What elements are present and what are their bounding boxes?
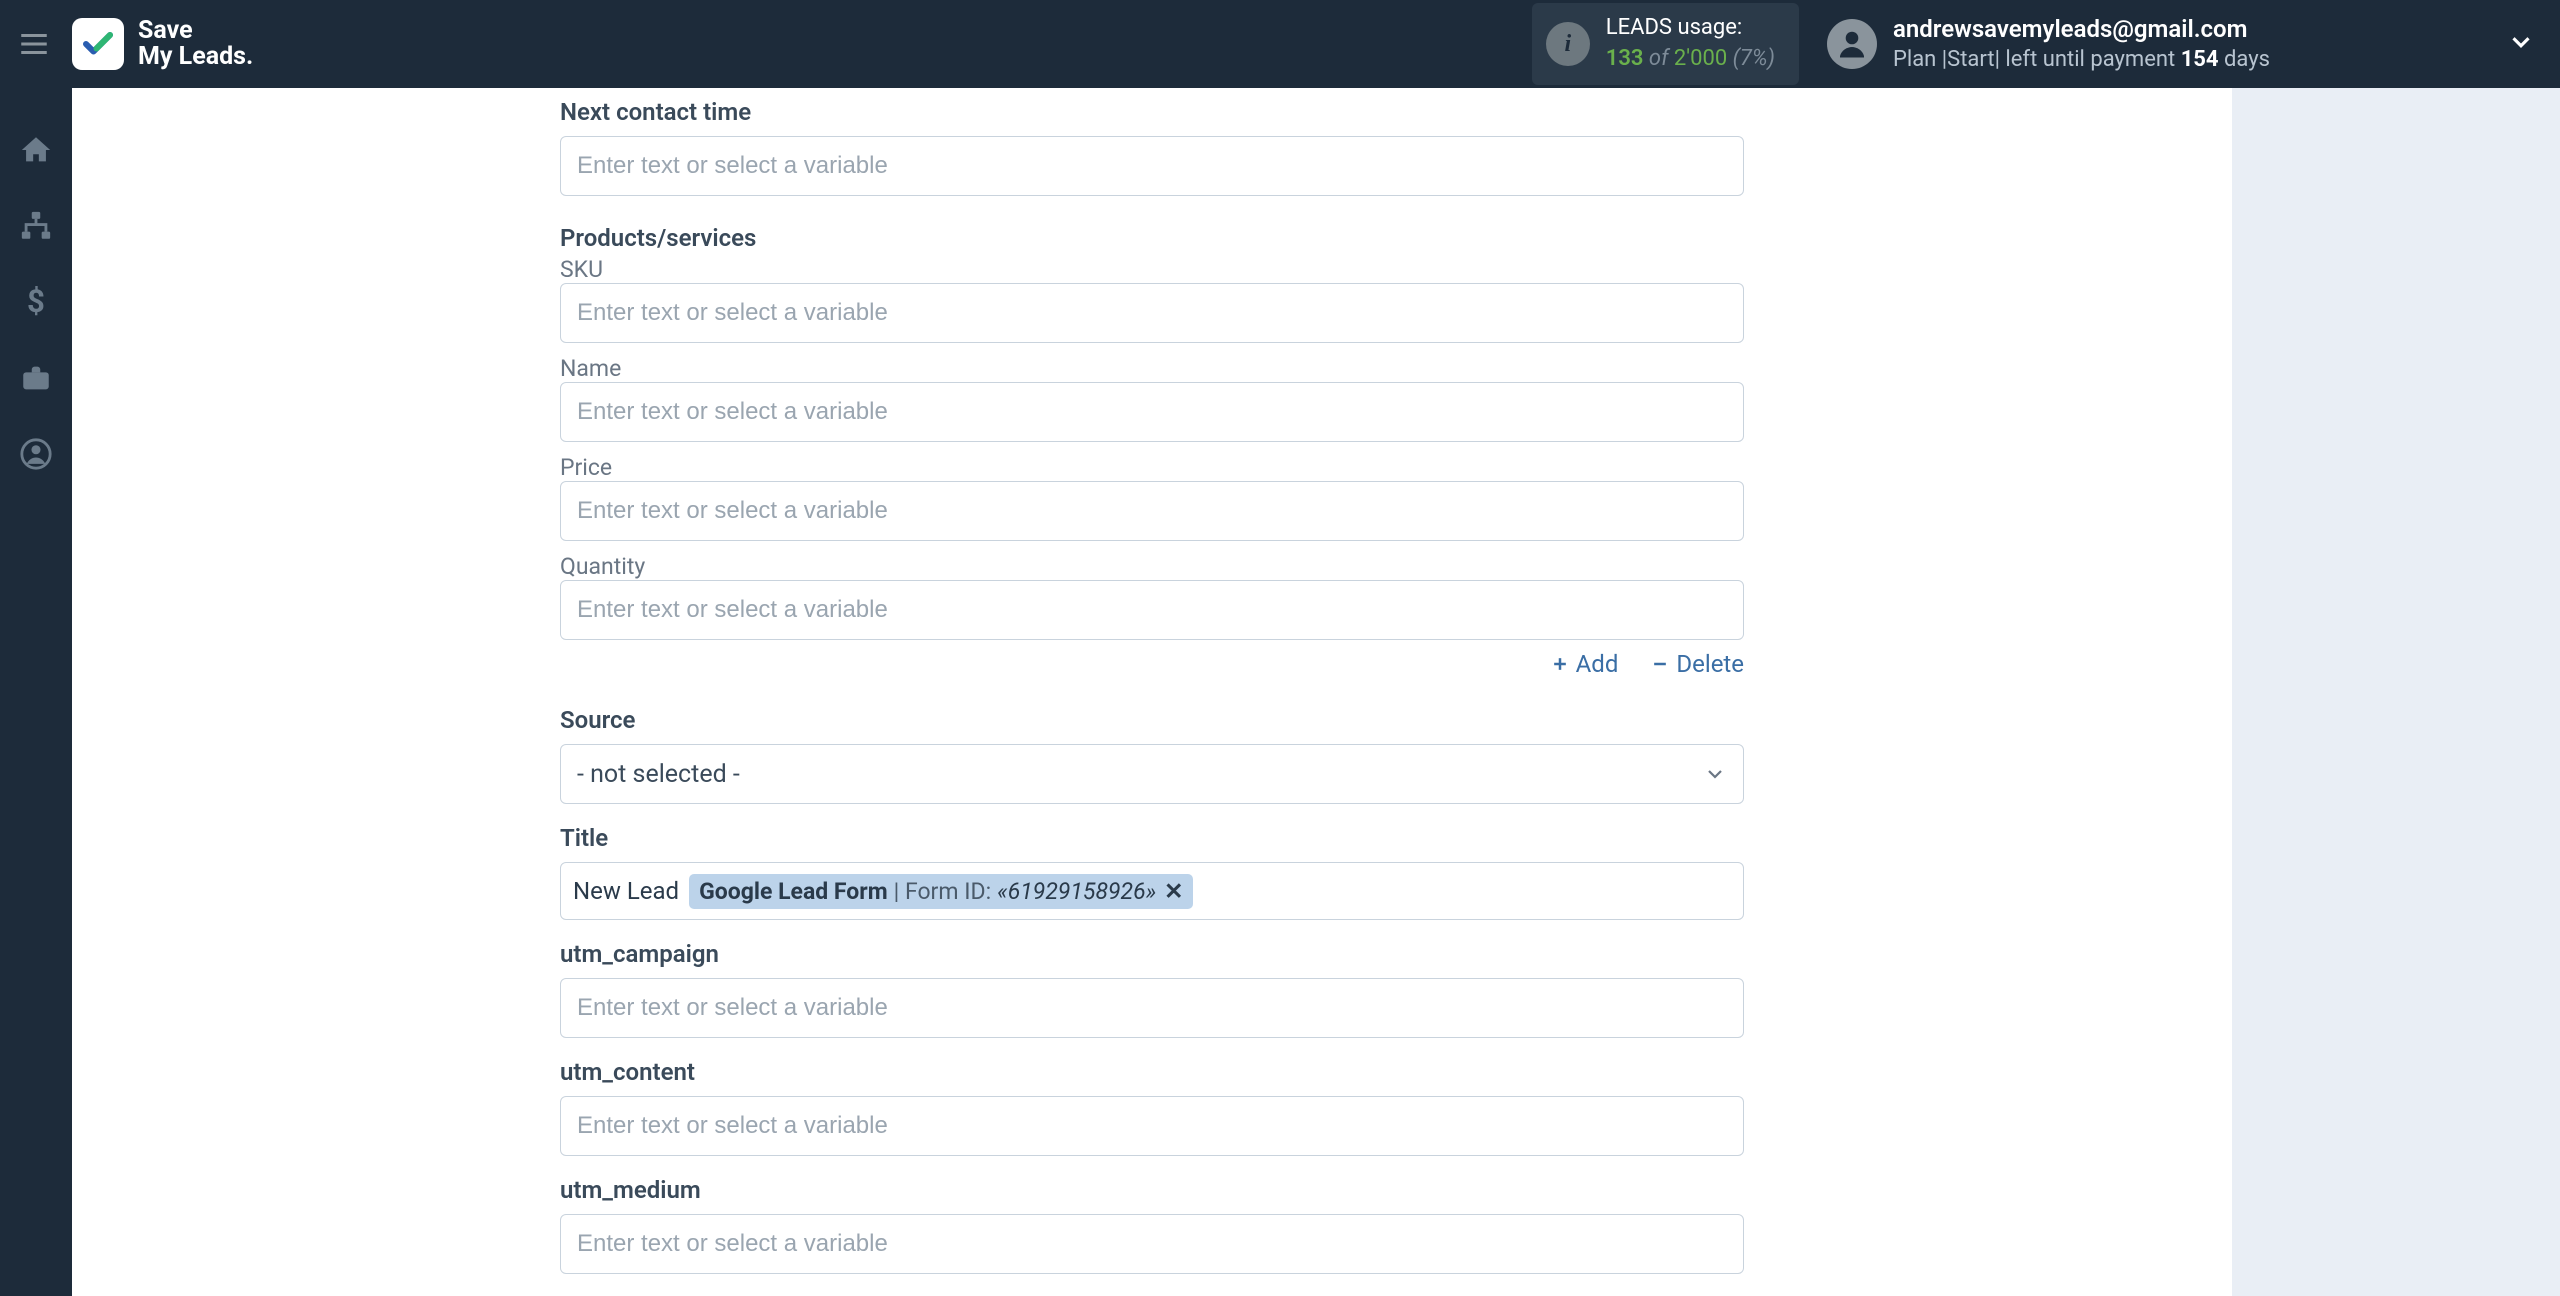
chip-form-id: «61929158926» <box>997 878 1156 905</box>
sidebar-item-connections[interactable] <box>16 206 56 246</box>
label-next-contact-time: Next contact time <box>560 98 1744 126</box>
menu-toggle-button[interactable] <box>0 0 68 88</box>
plan-prefix: Plan |Start| left until payment <box>1893 47 2181 72</box>
input-utm-content[interactable] <box>560 1096 1744 1156</box>
source-selected-value: - not selected - <box>577 760 740 789</box>
section-products-services: Products/services <box>560 224 1744 252</box>
label-name: Name <box>560 355 621 382</box>
sidebar-item-billing[interactable]: $ <box>16 282 56 322</box>
chip-remove-button[interactable]: ✕ <box>1164 878 1183 905</box>
account-dropdown-toggle[interactable] <box>2286 27 2536 61</box>
dollar-icon: $ <box>19 285 53 319</box>
label-sku: SKU <box>560 256 603 283</box>
sidebar-item-briefcase[interactable] <box>16 358 56 398</box>
avatar <box>1827 19 1877 69</box>
input-price[interactable] <box>560 481 1744 541</box>
info-icon: i <box>1546 22 1590 66</box>
usage-used: 133 <box>1606 46 1644 71</box>
label-utm-medium: utm_medium <box>560 1176 1744 1204</box>
account-menu[interactable]: andrewsavemyleads@gmail.com Plan |Start|… <box>1827 13 2536 75</box>
field-sku: SKU <box>560 256 1744 343</box>
input-name[interactable] <box>560 382 1744 442</box>
logo-line2: My Leads. <box>138 44 253 70</box>
input-next-contact-time[interactable] <box>560 136 1744 196</box>
usage-of: of <box>1644 46 1674 71</box>
logo-line1: Save <box>138 18 253 44</box>
input-sku[interactable] <box>560 283 1744 343</box>
form-card: Next contact time Products/services SKU … <box>72 88 2232 1296</box>
checkmark-icon <box>80 26 116 62</box>
input-utm-medium[interactable] <box>560 1214 1744 1274</box>
input-utm-campaign[interactable] <box>560 978 1744 1038</box>
briefcase-icon <box>19 361 53 395</box>
logo-text: Save My Leads. <box>138 18 253 71</box>
label-source: Source <box>560 706 1744 734</box>
sidebar-item-profile[interactable] <box>16 434 56 474</box>
delete-product-button[interactable]: Delete <box>1650 650 1744 678</box>
minus-icon <box>1650 654 1670 674</box>
plan-days-suffix: days <box>2219 47 2270 72</box>
add-product-button[interactable]: Add <box>1550 650 1619 678</box>
logo-mark <box>72 18 124 70</box>
chevron-down-icon <box>1703 762 1727 786</box>
field-utm-content: utm_content <box>560 1058 1744 1156</box>
user-circle-icon <box>19 437 53 471</box>
product-row-actions: Add Delete <box>560 650 1744 678</box>
input-quantity[interactable] <box>560 580 1744 640</box>
label-utm-content: utm_content <box>560 1058 1744 1086</box>
account-text: andrewsavemyleads@gmail.com Plan |Start|… <box>1893 13 2270 75</box>
usage-percent: (7%) <box>1727 46 1775 71</box>
field-quantity: Quantity <box>560 553 1744 640</box>
app-logo[interactable]: Save My Leads. <box>72 18 253 71</box>
main-content: Next contact time Products/services SKU … <box>72 88 2560 1296</box>
user-icon <box>1834 26 1870 62</box>
sitemap-icon <box>19 209 53 243</box>
title-variable-chip: Google Lead Form | Form ID: «61929158926… <box>689 874 1193 909</box>
chevron-down-icon <box>2506 27 2536 57</box>
label-title: Title <box>560 824 1744 852</box>
hamburger-icon <box>17 27 51 61</box>
account-email: andrewsavemyleads@gmail.com <box>1893 13 2270 45</box>
field-name: Name <box>560 355 1744 442</box>
svg-text:$: $ <box>27 285 45 319</box>
label-utm-campaign: utm_campaign <box>560 940 1744 968</box>
select-source[interactable]: - not selected - <box>560 744 1744 804</box>
usage-total: 2'000 <box>1674 46 1727 71</box>
field-source: Source - not selected - <box>560 706 1744 804</box>
delete-label: Delete <box>1676 650 1744 678</box>
label-quantity: Quantity <box>560 553 645 580</box>
sidebar-item-home[interactable] <box>16 130 56 170</box>
usage-text: LEADS usage: 133 of 2'000 (7%) <box>1606 13 1775 75</box>
title-leading-text: New Lead <box>573 877 679 905</box>
field-title: Title New Lead Google Lead Form | Form I… <box>560 824 1744 920</box>
plus-icon <box>1550 654 1570 674</box>
field-utm-campaign: utm_campaign <box>560 940 1744 1038</box>
add-label: Add <box>1576 650 1619 678</box>
leads-usage-badge[interactable]: i LEADS usage: 133 of 2'000 (7%) <box>1532 3 1799 85</box>
field-price: Price <box>560 454 1744 541</box>
sidebar-nav: $ <box>0 88 72 1296</box>
usage-label: LEADS usage: <box>1606 13 1775 44</box>
account-plan: Plan |Start| left until payment 154 days <box>1893 45 2270 75</box>
chip-sep: | Form ID: <box>894 878 992 905</box>
input-title[interactable]: New Lead Google Lead Form | Form ID: «61… <box>560 862 1744 920</box>
app-header: Save My Leads. i LEADS usage: 133 of 2'0… <box>0 0 2560 88</box>
usage-values: 133 of 2'000 (7%) <box>1606 44 1775 75</box>
field-utm-medium: utm_medium <box>560 1176 1744 1274</box>
field-next-contact-time: Next contact time <box>560 98 1744 196</box>
plan-days-num: 154 <box>2181 47 2219 72</box>
home-icon <box>19 133 53 167</box>
label-price: Price <box>560 454 612 481</box>
chip-source: Google Lead Form <box>699 878 888 905</box>
